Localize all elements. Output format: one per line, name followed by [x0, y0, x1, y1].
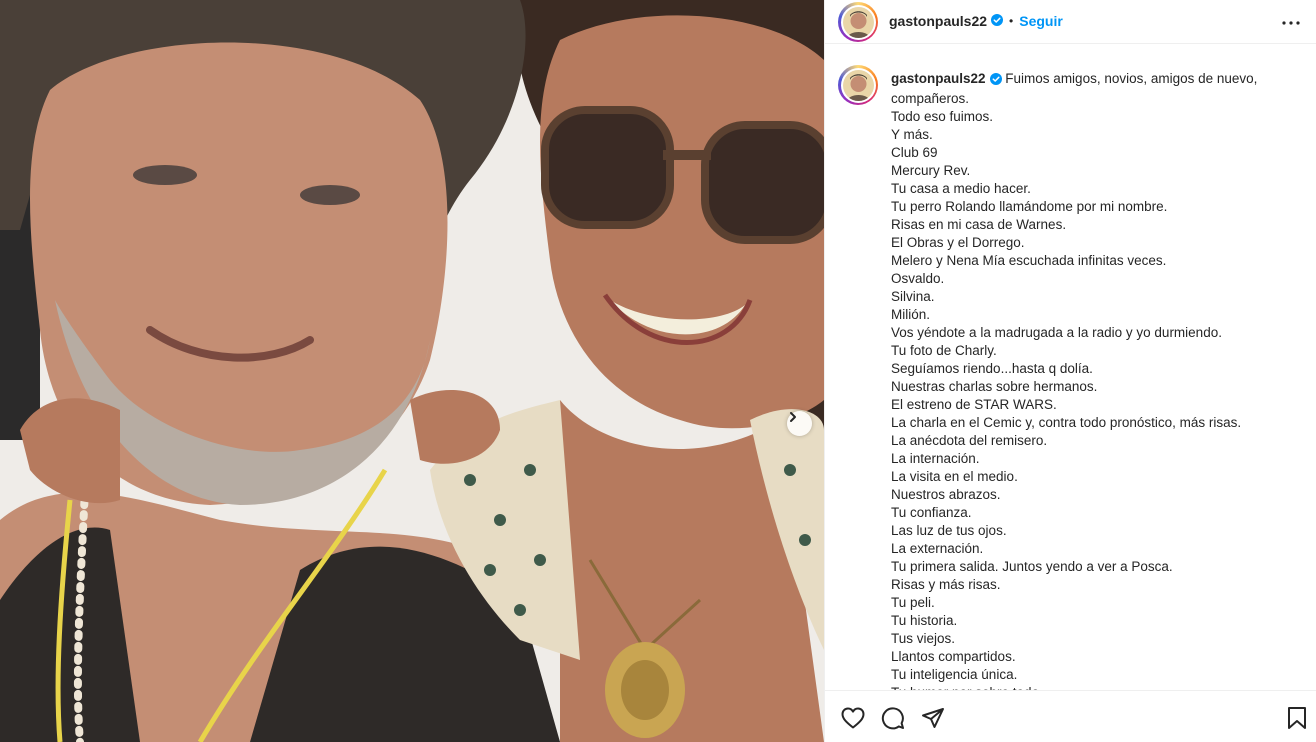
- post-header: gastonpauls22 • Seguir: [825, 0, 1316, 44]
- caption-line: Nuestros abrazos.: [891, 487, 1001, 502]
- caption-line: Vos yéndote a la madrugada a la radio y …: [891, 325, 1222, 340]
- caption-line: Tu foto de Charly.: [891, 343, 997, 358]
- avatar-image: [842, 69, 874, 101]
- follow-button[interactable]: Seguir: [1019, 13, 1063, 29]
- caption-line: compañeros.: [891, 91, 970, 106]
- caption-line: Tu casa a medio hacer.: [891, 181, 1031, 196]
- caption-lines: compañeros. Todo eso fuimos. Y más. Club 69…: [891, 90, 1303, 690]
- caption-first-line: Fuimos amigos, novios, amigos de nuevo,: [1005, 71, 1258, 86]
- post-side-panel: gastonpauls22 • Seguir gastonpauls22 Fui…: [824, 0, 1316, 742]
- caption-line: La externación.: [891, 541, 984, 556]
- action-bar: [825, 690, 1316, 742]
- caption-line: Y más.: [891, 127, 933, 142]
- carousel-next-button[interactable]: [787, 411, 812, 436]
- caption-line: El estreno de STAR WARS.: [891, 397, 1057, 412]
- caption-line: Tu inteligencia única.: [891, 667, 1018, 682]
- caption-line: Tu historia.: [891, 613, 958, 628]
- verified-badge-icon: [991, 13, 1004, 29]
- caption-line: Risas en mi casa de Warnes.: [891, 217, 1067, 232]
- caption-text: gastonpauls22 Fuimos amigos, novios, ami…: [891, 70, 1303, 690]
- caption-area: gastonpauls22 Fuimos amigos, novios, ami…: [825, 53, 1316, 690]
- caption-line: Llantos compartidos.: [891, 649, 1016, 664]
- caption-line: La visita en el medio.: [891, 469, 1018, 484]
- caption-line: Nuestras charlas sobre hermanos.: [891, 379, 1098, 394]
- caption-line: La anécdota del remisero.: [891, 433, 1048, 448]
- caption-line: Melero y Nena Mía escuchada infinitas ve…: [891, 253, 1167, 268]
- caption-line: Osvaldo.: [891, 271, 945, 286]
- comment-icon[interactable]: [880, 705, 906, 731]
- avatar[interactable]: [838, 2, 878, 42]
- caption-line: Tu perro Rolando llamándome por mi nombr…: [891, 199, 1168, 214]
- caption-line: Tu primera salida. Juntos yendo a ver a …: [891, 559, 1173, 574]
- verified-badge-icon: [989, 72, 1002, 90]
- caption-line: Seguíamos riendo...hasta q dolía.: [891, 361, 1093, 376]
- photo-illustration: [0, 0, 824, 742]
- caption-line: La internación.: [891, 451, 980, 466]
- caption-line: Tus viejos.: [891, 631, 956, 646]
- post-photo: [0, 0, 824, 742]
- caption-line: Mercury Rev.: [891, 163, 971, 178]
- caption-line: Club 69: [891, 145, 938, 160]
- username-link[interactable]: gastonpauls22: [889, 13, 987, 29]
- caption-line: Silvina.: [891, 289, 935, 304]
- caption-avatar[interactable]: [838, 65, 878, 105]
- more-options-icon[interactable]: [1279, 11, 1303, 35]
- separator-dot: •: [1009, 14, 1014, 28]
- bookmark-icon[interactable]: [1284, 705, 1310, 731]
- caption-line: Risas y más risas.: [891, 577, 1001, 592]
- caption-username[interactable]: gastonpauls22: [891, 71, 986, 86]
- caption-line: La charla en el Cemic y, contra todo pro…: [891, 415, 1242, 430]
- caption-line: Tu confianza.: [891, 505, 972, 520]
- caption-line: Tu peli.: [891, 595, 935, 610]
- avatar-image: [842, 6, 874, 38]
- caption-line: El Obras y el Dorrego.: [891, 235, 1025, 250]
- chevron-right-icon: [790, 412, 796, 422]
- caption-line: Todo eso fuimos.: [891, 109, 994, 124]
- share-icon[interactable]: [920, 705, 946, 731]
- header-user: gastonpauls22 • Seguir: [889, 13, 1063, 29]
- heart-icon[interactable]: [840, 705, 866, 731]
- caption-line: Milión.: [891, 307, 931, 322]
- caption-line: Las luz de tus ojos.: [891, 523, 1007, 538]
